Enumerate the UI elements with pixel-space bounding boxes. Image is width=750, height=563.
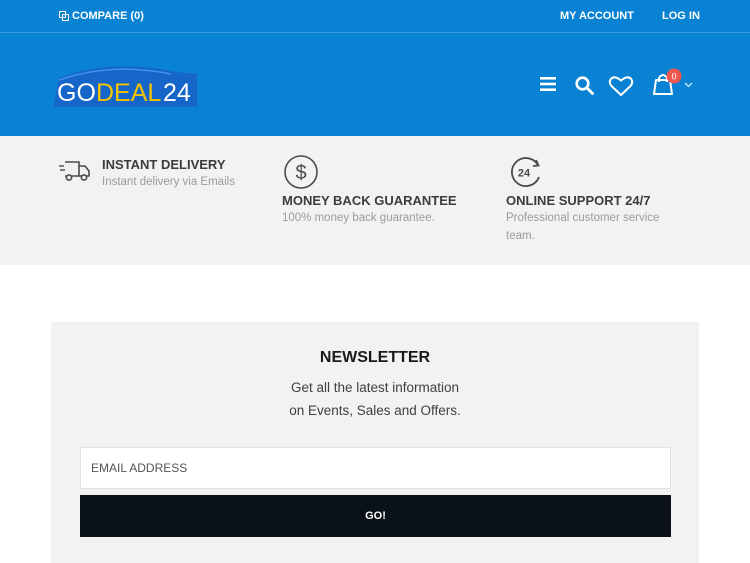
feature-title-support: ONLINE SUPPORT 24/7 <box>506 193 651 208</box>
logo-image: GO DEAL 24 <box>53 66 197 107</box>
logo-text-go: GO <box>57 79 96 107</box>
compare-label: COMPARE (0) <box>72 10 144 22</box>
feature-title-delivery: INSTANT DELIVERY <box>102 157 226 172</box>
support-24-icon: 24 <box>511 157 540 187</box>
newsletter-box: NEWSLETTER Get all the latest informatio… <box>51 322 699 563</box>
cart-count: 0 <box>671 71 676 81</box>
newsletter-title: NEWSLETTER <box>319 349 431 366</box>
newsletter-text-line2: on Events, Sales and Offers. <box>289 403 461 418</box>
features-strip: INSTANT DELIVERY Instant delivery via Em… <box>0 136 750 265</box>
chevron-down-icon[interactable] <box>684 82 693 88</box>
newsletter-text-line1: Get all the latest information <box>290 380 460 395</box>
site-header: GO DEAL 24 0 <box>0 33 750 136</box>
svg-text:24: 24 <box>518 168 531 180</box>
feature-desc-money-back: 100% money back guarantee. <box>282 212 435 224</box>
feature-title-money-back: MONEY BACK GUARANTEE <box>282 193 457 208</box>
dollar-icon: $ <box>284 155 318 189</box>
email-input[interactable] <box>80 447 671 489</box>
feature-desc-delivery: Instant delivery via Emails <box>102 176 235 188</box>
search-icon[interactable] <box>575 76 594 95</box>
newsletter-submit-button[interactable]: GO! <box>80 495 671 537</box>
svg-text:$: $ <box>295 162 306 184</box>
logo-text-24: 24 <box>163 79 191 107</box>
logo-text-deal: DEAL <box>96 79 161 107</box>
heart-icon[interactable] <box>608 75 634 97</box>
menu-icon[interactable] <box>540 77 556 91</box>
feature-desc-support-line1: Professional customer service <box>506 212 660 224</box>
compare-icon <box>59 11 69 21</box>
top-bar: COMPARE (0) MY ACCOUNT LOG IN <box>0 0 750 33</box>
truck-icon <box>59 161 90 181</box>
cart-count-badge: 0 <box>666 68 682 84</box>
site-logo[interactable]: GO DEAL 24 <box>51 60 198 110</box>
feature-desc-support-line2: team. <box>506 230 535 242</box>
compare-link[interactable]: COMPARE (0) <box>59 10 144 22</box>
login-link[interactable]: LOG IN <box>662 10 700 22</box>
my-account-link[interactable]: MY ACCOUNT <box>560 10 634 22</box>
